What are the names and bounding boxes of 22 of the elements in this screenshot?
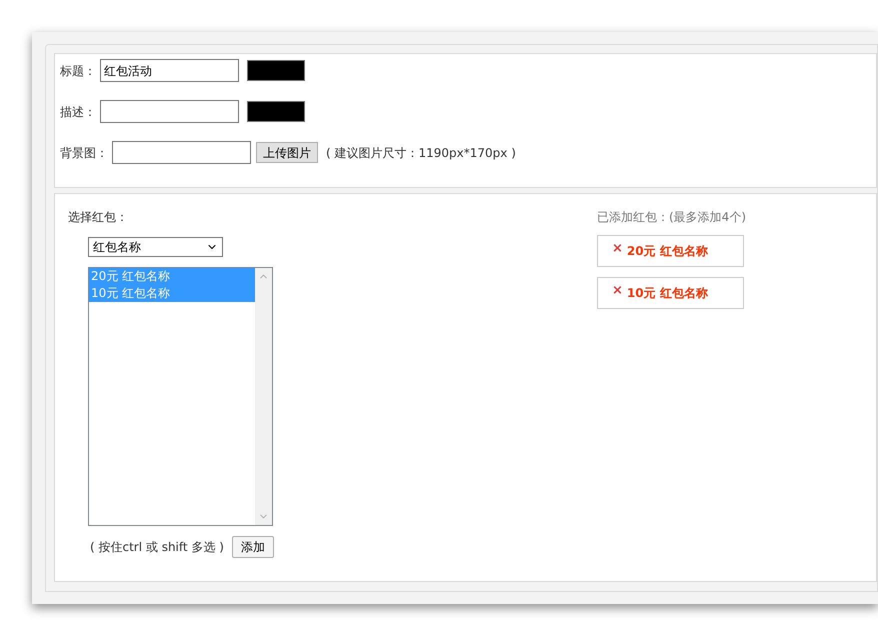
field-label: 背景图： (60, 144, 108, 162)
add-button[interactable]: 添加 (232, 536, 274, 558)
file-path-field[interactable] (112, 141, 251, 164)
packet-listbox[interactable]: 20元 红包名称 10元 红包名称 (88, 267, 273, 526)
color-swatch[interactable] (247, 101, 305, 122)
size-hint: ( 建议图片尺寸：1190px*170px ) (326, 144, 516, 162)
list-option[interactable]: 10元 红包名称 (89, 285, 255, 302)
packet-dropdown[interactable]: 红包名称 (88, 237, 223, 257)
color-swatch[interactable] (247, 60, 305, 81)
text-field[interactable] (100, 100, 239, 123)
packet-name: 20元 红包名称 (626, 243, 708, 260)
remove-icon[interactable]: × (612, 284, 623, 296)
multi-select-hint: ( 按住ctrl 或 shift 多选 ) (90, 539, 224, 556)
field-label: 标题： (60, 62, 96, 80)
upload-button[interactable]: 上传图片 (256, 142, 318, 163)
section-label: 已添加红包：(最多添加4个) (597, 209, 746, 226)
field-label: 描述： (60, 104, 96, 120)
packet-name: 10元 红包名称 (626, 285, 708, 302)
section-label: 选择红包： (68, 209, 129, 226)
text-field[interactable]: 红包活动 (100, 59, 239, 82)
remove-icon[interactable]: × (612, 242, 623, 254)
list-option[interactable]: 20元 红包名称 (89, 268, 255, 285)
